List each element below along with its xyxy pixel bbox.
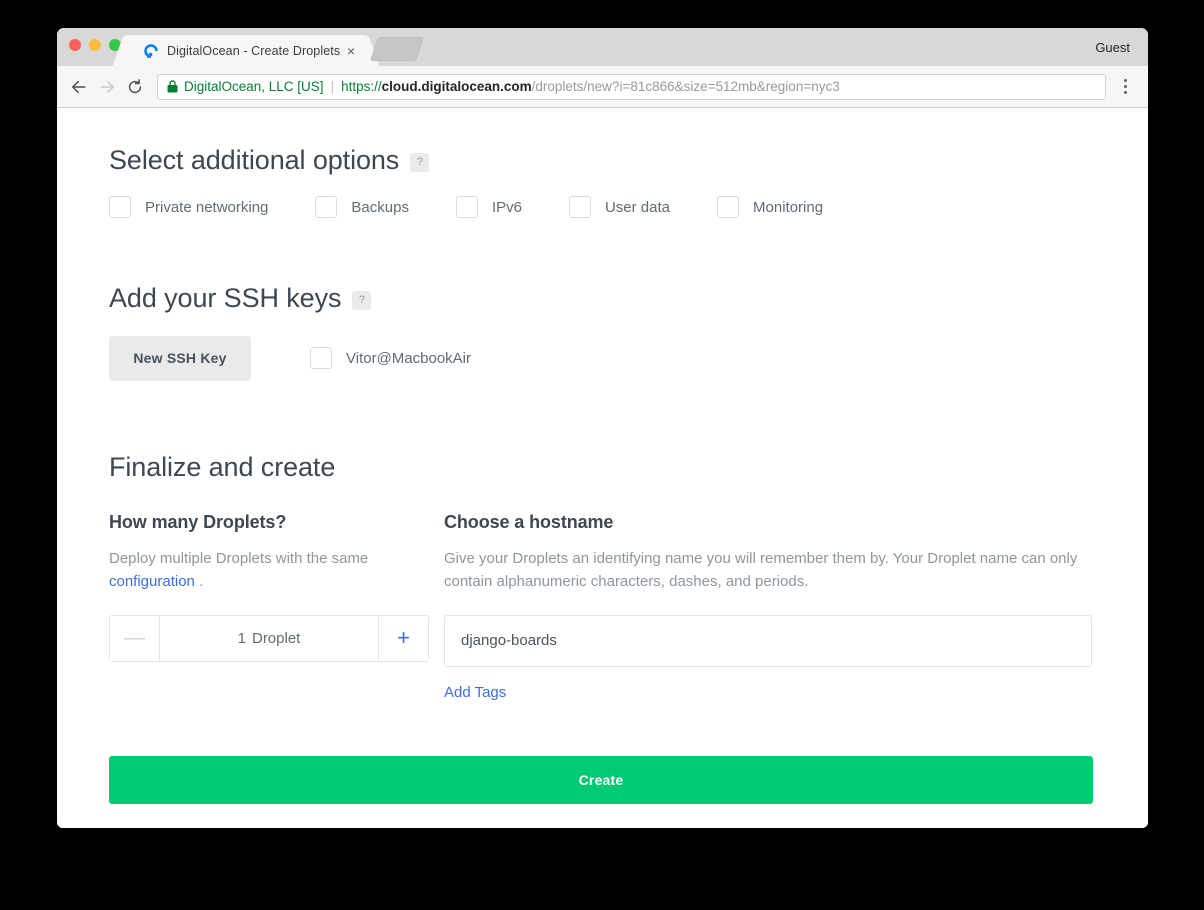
omnibox-divider: | (330, 79, 335, 94)
lock-icon (167, 80, 178, 93)
increment-droplet-button[interactable]: + (378, 615, 428, 661)
ssh-key-label: Vitor@MacbookAir (346, 349, 471, 367)
droplet-count-value: 1 Droplet (160, 616, 378, 661)
ssh-key-item[interactable]: Vitor@MacbookAir (310, 347, 471, 370)
droplet-count-description: Deploy multiple Droplets with the same c… (109, 547, 444, 594)
browser-tab-active[interactable]: DigitalOcean - Create Droplets × (127, 35, 365, 66)
profile-label[interactable]: Guest (1095, 40, 1130, 55)
section-heading-text: Add your SSH keys (109, 283, 342, 314)
create-button[interactable]: Create (109, 755, 1093, 804)
checkbox[interactable] (109, 196, 131, 219)
hostname-column: Choose a hostname Give your Droplets an … (444, 512, 1096, 702)
page-viewport: Select additional options ? Private netw… (57, 108, 1148, 828)
option-monitoring[interactable]: Monitoring (717, 196, 824, 219)
minimize-window-button[interactable] (89, 39, 101, 51)
ssh-keys-section: Add your SSH keys ? New SSH Key Vitor@Ma… (109, 282, 1096, 381)
option-label: Backups (351, 198, 409, 216)
menu-dot (1123, 91, 1127, 94)
section-heading-finalize: Finalize and create (109, 451, 1096, 483)
url-host: cloud.digitalocean.com (381, 79, 532, 94)
checkbox[interactable] (717, 196, 740, 219)
hostname-heading: Choose a hostname (444, 512, 614, 533)
browser-toolbar: DigitalOcean, LLC [US] | https://cloud.d… (57, 66, 1148, 108)
back-arrow-icon[interactable] (65, 73, 93, 101)
checkbox[interactable] (315, 196, 338, 219)
description-text-post: . (194, 573, 204, 591)
ssh-keys-row: New SSH Key Vitor@MacbookAir (109, 335, 1096, 381)
reload-icon[interactable] (121, 73, 149, 101)
description-text-pre: Deploy multiple Droplets with the same (109, 550, 369, 568)
three-dot-menu-icon[interactable] (1112, 73, 1138, 101)
page-content: Select additional options ? Private netw… (57, 108, 1148, 804)
hostname-input[interactable] (444, 614, 1092, 667)
option-label: Private networking (145, 198, 269, 216)
option-user-data[interactable]: User data (568, 196, 671, 219)
option-label: User data (604, 198, 671, 216)
url-path: /droplets/new?i=81c866&size=512mb&region… (531, 79, 840, 94)
section-heading-additional-options: Select additional options ? (109, 144, 1096, 176)
help-icon[interactable]: ? (410, 152, 430, 172)
droplet-count-number: 1 (237, 629, 246, 647)
configuration-link[interactable]: configuration (109, 573, 195, 590)
checkbox[interactable] (455, 196, 478, 219)
digitalocean-logo-icon (143, 43, 159, 59)
new-ssh-key-button[interactable]: New SSH Key (109, 335, 251, 381)
section-heading-text: Select additional options (109, 145, 400, 175)
add-tags-link[interactable]: Add Tags (444, 684, 506, 701)
url-scheme: https:// (341, 79, 382, 94)
browser-tab-inactive[interactable] (369, 37, 425, 61)
checkbox[interactable] (310, 347, 332, 370)
droplet-quantity-stepper: — 1 Droplet + (109, 614, 429, 662)
additional-options-list: Private networking Backups IPv6 User dat… (109, 196, 1096, 219)
menu-dot (1123, 85, 1127, 88)
close-window-button[interactable] (69, 39, 81, 51)
finalize-section: Finalize and create How many Droplets? D… (109, 451, 1096, 804)
option-backups[interactable]: Backups (315, 196, 409, 219)
hostname-description: Give your Droplets an identifying name y… (444, 550, 1078, 591)
option-label: Monitoring (753, 198, 824, 216)
menu-dot (1123, 79, 1127, 82)
decrement-droplet-button[interactable]: — (110, 615, 160, 661)
help-icon[interactable]: ? (352, 291, 372, 311)
additional-options-section: Select additional options ? Private netw… (109, 144, 1096, 219)
option-private-networking[interactable]: Private networking (109, 196, 269, 219)
droplet-count-column: How many Droplets? Deploy multiple Dropl… (109, 512, 444, 702)
finalize-columns: How many Droplets? Deploy multiple Dropl… (109, 512, 1096, 702)
close-icon[interactable]: × (345, 44, 357, 58)
checkbox[interactable] (568, 196, 591, 219)
forward-arrow-icon (93, 73, 121, 101)
browser-tab-strip: DigitalOcean - Create Droplets × Guest (57, 28, 1148, 66)
option-label: IPv6 (491, 198, 522, 216)
section-heading-text: Finalize and create (109, 451, 336, 482)
browser-window: DigitalOcean - Create Droplets × Guest D… (57, 28, 1148, 828)
option-ipv6[interactable]: IPv6 (455, 196, 522, 219)
window-traffic-lights (69, 39, 121, 51)
url-text: https://cloud.digitalocean.com/droplets/… (341, 79, 840, 94)
droplet-count-heading: How many Droplets? (109, 512, 287, 533)
address-bar[interactable]: DigitalOcean, LLC [US] | https://cloud.d… (157, 73, 1106, 100)
section-heading-ssh-keys: Add your SSH keys ? (109, 282, 1096, 314)
droplet-count-unit: Droplet (251, 629, 301, 647)
site-identity-label: DigitalOcean, LLC [US] (184, 79, 324, 94)
browser-tab-title: DigitalOcean - Create Droplets (167, 43, 341, 58)
